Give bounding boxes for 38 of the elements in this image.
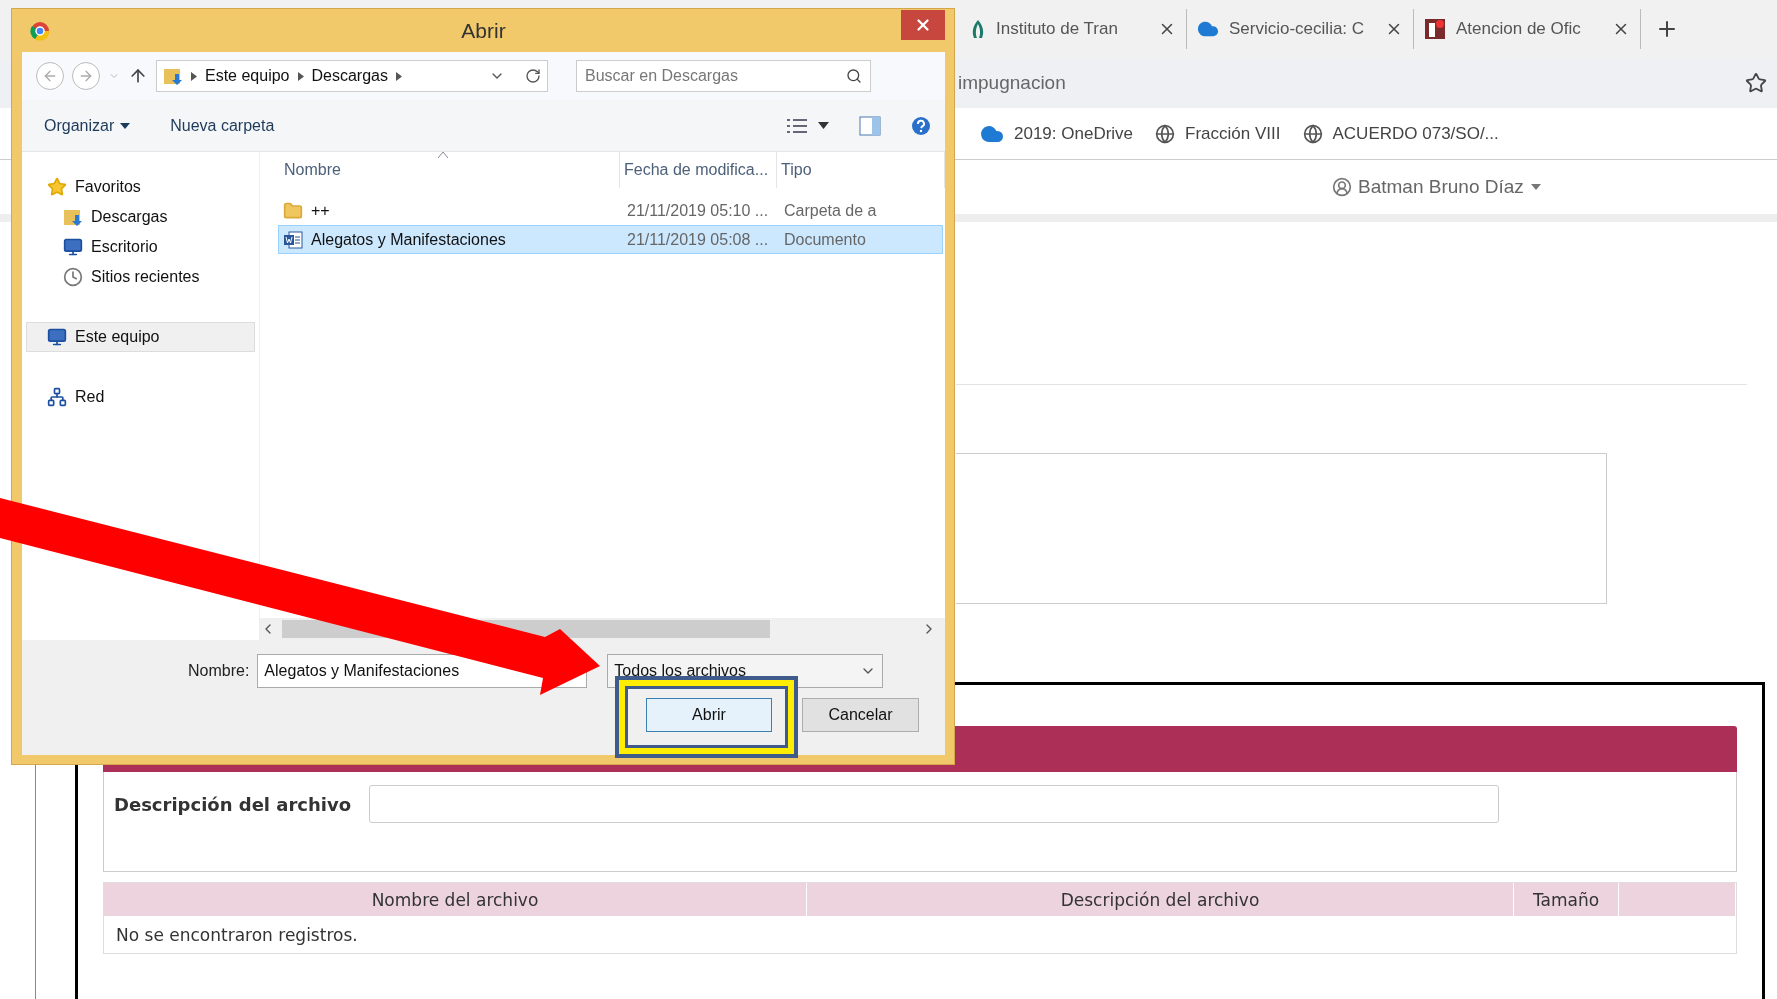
cancel-button[interactable]: Cancelar xyxy=(802,698,919,732)
file-type: Documento xyxy=(783,229,867,250)
column-header[interactable]: Nombre xyxy=(280,152,620,188)
file-date: 21/11/2019 05:10 ... xyxy=(626,200,770,221)
file-date: 21/11/2019 05:08 ... xyxy=(626,229,770,250)
column-header: Descripción del archivo xyxy=(807,883,1514,916)
nav-item[interactable]: Red xyxy=(26,382,255,412)
address-text[interactable]: impugnacion xyxy=(958,72,1745,94)
nav-item[interactable]: Escritorio xyxy=(26,232,255,262)
nav-item[interactable]: Descargas xyxy=(26,202,255,232)
browser-tab[interactable]: Servicio-cecilia: C xyxy=(1187,9,1414,49)
nav-item[interactable]: Favoritos xyxy=(26,172,255,202)
organize-menu[interactable]: Organizar xyxy=(44,116,131,135)
file-type: Carpeta de a xyxy=(783,200,878,221)
browser-tab[interactable]: Instituto de Tran xyxy=(960,9,1187,49)
column-header: Nombre del archivo xyxy=(104,883,807,916)
bookmark-link[interactable]: ACUERDO 073/SO/... xyxy=(1302,123,1499,144)
bookmark-link[interactable]: 2019: OneDrive xyxy=(980,121,1134,146)
file-name: ++ xyxy=(311,201,330,220)
file-row[interactable]: Alegatos y Manifestaciones 21/11/2019 05:08 ... Documento xyxy=(278,225,943,254)
user-menu[interactable]: Batman Bruno Díaz xyxy=(1332,176,1542,198)
browser-tab[interactable]: Atencion de Ofic xyxy=(1414,9,1641,49)
nav-item[interactable]: Sitios recientes xyxy=(26,262,255,292)
bookmark-link[interactable]: Fracción VIII xyxy=(1155,123,1281,144)
open-button[interactable]: Abrir xyxy=(646,698,772,732)
nav-item[interactable]: Este equipo xyxy=(26,322,255,352)
search-field[interactable]: Buscar en Descargas xyxy=(576,60,871,92)
empty-message: No se encontraron registros. xyxy=(115,923,359,947)
file-row[interactable]: ++ 21/11/2019 05:10 ... Carpeta de a xyxy=(278,196,943,225)
field-label: Descripción del archivo xyxy=(114,794,352,815)
file-name: Alegatos y Manifestaciones xyxy=(311,230,506,249)
column-header[interactable]: Tipo xyxy=(777,152,945,188)
column-header[interactable]: Fecha de modifica... xyxy=(620,152,777,188)
dialog-title: Abrir xyxy=(461,18,506,43)
new-folder-button[interactable]: Nueva carpeta xyxy=(170,116,275,135)
path-field[interactable]: Este equipo Descargas xyxy=(156,60,548,92)
filename-label: Nombre: xyxy=(188,662,250,680)
column-header: Tamaño xyxy=(1514,883,1619,916)
